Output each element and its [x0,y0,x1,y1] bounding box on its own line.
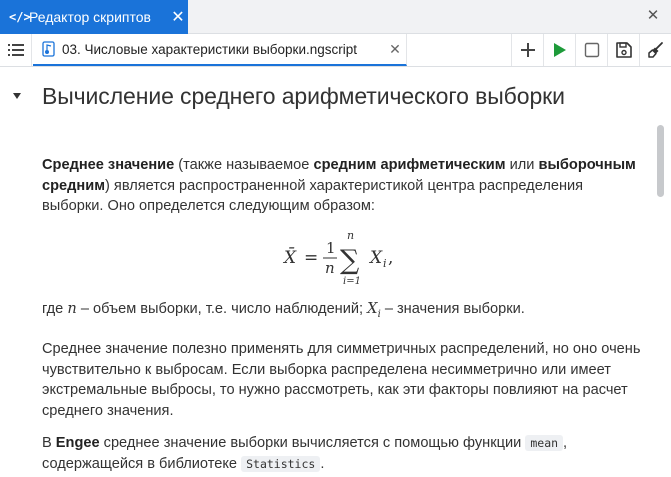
add-cell-button[interactable] [511,34,543,66]
formula-eq: = [304,248,318,268]
sum-upper: n [347,229,354,242]
paragraph-outliers: Среднее значение полезно применять для с… [42,341,641,419]
formula-term-sub: i [383,257,387,270]
run-button[interactable] [543,34,575,66]
section-heading: Вычисление среднего арифметического выбо… [42,83,565,109]
var-x-sub: i [377,309,381,320]
collapse-section-icon[interactable] [12,91,22,101]
stop-button[interactable] [575,34,607,66]
toolbar-actions [511,34,671,66]
code-mean: mean [525,435,564,451]
panel-tab-close-icon[interactable]: ✕ [168,7,188,27]
paragraph-definition: Среднее значение (также называемое средн… [42,157,636,214]
sum-symbol: ∑ [340,245,359,276]
formula-lhs: X̄ [282,246,297,268]
panel-close-icon[interactable]: ✕ [643,6,663,26]
formula-den: n [325,259,335,277]
formula-num: 1 [326,239,336,257]
clear-outputs-button[interactable] [639,34,671,66]
save-icon [615,42,632,58]
formula-tail: , [388,248,393,268]
panel-tab-label: Редактор скриптов [29,9,151,25]
vertical-scrollbar[interactable] [657,125,664,197]
paragraph-engee: В Engee среднее значение выборки вычисля… [42,435,568,472]
stop-icon [584,42,599,58]
script-editor-panel-tab[interactable]: </> Редактор скриптов ✕ [0,0,188,34]
mean-formula: X̄ = 1 n n ∑ i=1 X i , [282,229,393,287]
outline-list-button[interactable] [0,34,32,66]
paragraph-where: где n – объем выборки, т.е. число наблюд… [42,300,525,320]
file-tab[interactable]: 03. Числовые характеристики выборки.ngsc… [33,34,407,66]
code-statistics: Statistics [241,455,321,472]
list-icon [7,44,24,56]
code-icon: </> [9,10,31,24]
sum-lower: i=1 [343,276,361,287]
save-button[interactable] [607,34,639,66]
var-x: X [367,300,378,317]
script-content: Вычисление среднего арифметического выбо… [0,67,671,477]
var-n: n [67,300,77,317]
panel-bar: </> Редактор скриптов ✕ ✕ [0,0,671,34]
formula-term: X [368,248,383,268]
ngscript-file-icon [42,41,55,57]
editor-toolbar: 03. Числовые характеристики выборки.ngsc… [0,34,671,67]
plus-icon [520,43,535,57]
term-mean: Среднее значение [42,157,175,173]
term-arithmetic-mean: средним арифметическим [313,157,506,173]
file-tab-label: 03. Числовые характеристики выборки.ngsc… [62,41,358,57]
file-tab-close-icon[interactable]: ✕ [384,41,406,58]
play-icon [553,43,566,57]
broom-icon [647,42,663,58]
term-engee: Engee [55,435,100,451]
